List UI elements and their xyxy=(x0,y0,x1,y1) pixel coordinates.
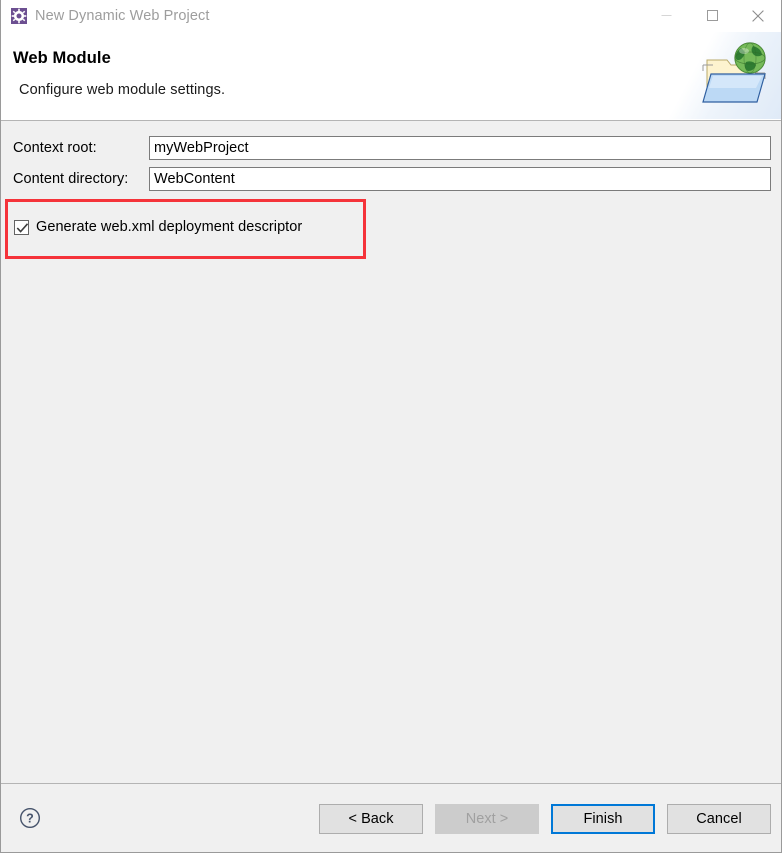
page-description: Configure web module settings. xyxy=(19,82,226,98)
context-root-input[interactable] xyxy=(149,136,771,160)
content-directory-row: Content directory: xyxy=(1,166,781,192)
context-root-label: Context root: xyxy=(13,140,97,156)
title-bar: New Dynamic Web Project xyxy=(1,0,781,32)
maximize-icon[interactable] xyxy=(689,0,735,31)
eclipse-gear-icon xyxy=(11,7,27,24)
dialog-header: Web Module Configure web module settings… xyxy=(1,32,781,121)
dialog-body: Context root: Content directory: Generat… xyxy=(1,121,781,783)
svg-text:?: ? xyxy=(26,812,34,826)
next-button: Next > xyxy=(435,804,539,834)
generate-webxml-checkbox-row[interactable]: Generate web.xml deployment descriptor xyxy=(14,216,302,238)
dialog-footer: ? < Back Next > Finish Cancel xyxy=(1,783,781,852)
web-folder-globe-icon xyxy=(693,38,775,119)
minimize-icon[interactable] xyxy=(643,0,689,31)
help-question-icon[interactable]: ? xyxy=(19,807,41,829)
cancel-button[interactable]: Cancel xyxy=(667,804,771,834)
window-controls xyxy=(643,0,781,31)
back-button[interactable]: < Back xyxy=(319,804,423,834)
window-title: New Dynamic Web Project xyxy=(35,7,210,24)
finish-button[interactable]: Finish xyxy=(551,804,655,834)
generate-webxml-checkbox[interactable] xyxy=(14,219,29,235)
generate-webxml-label: Generate web.xml deployment descriptor xyxy=(36,219,303,235)
context-root-row: Context root: xyxy=(1,135,781,161)
content-directory-label: Content directory: xyxy=(13,171,129,187)
header-banner xyxy=(581,32,781,119)
page-title: Web Module xyxy=(13,49,111,67)
button-bar: < Back Next > Finish Cancel xyxy=(319,804,771,834)
content-directory-input[interactable] xyxy=(149,167,771,191)
new-dynamic-web-project-dialog: New Dynamic Web Project Web Module Confi… xyxy=(0,0,782,853)
close-icon[interactable] xyxy=(735,0,781,31)
